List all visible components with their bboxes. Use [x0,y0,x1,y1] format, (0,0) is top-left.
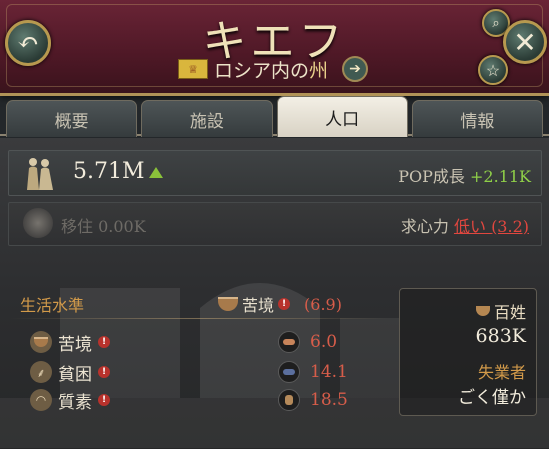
wheat-icon: ⸙ [30,361,52,383]
bowl-icon [475,306,490,316]
tab-facilities[interactable]: 施設 [141,100,273,137]
subtitle-row: ♕ ロシア内の州 ➔ [178,56,369,83]
status-label: 苦境 [242,296,275,315]
migration-icon [23,208,53,238]
warning-icon: ! [98,366,110,378]
migration-label: 移住 [61,217,94,236]
need-row-poverty[interactable]: ⸙ 貧困 ! [30,360,110,385]
flag-icon[interactable]: ♕ [178,59,208,79]
population-growth: POP成長 +2.11K [398,163,531,187]
goods-value-row[interactable]: 6.0 [278,330,337,354]
goods-value-row[interactable]: 18.5 [278,388,348,412]
living-standard-title: 生活水準 [20,296,85,315]
growth-value: +2.11K [470,167,531,186]
subtitle: ロシア内の州 [214,56,328,83]
warning-icon: ! [278,298,291,310]
separator [10,318,388,319]
population-value: 5.71M [73,159,145,184]
attract-value: (3.2) [491,217,529,236]
need-label: 貧困 [58,364,92,385]
attract-label: 求心力 [400,217,449,236]
need-row-modest[interactable]: ◠ 質素 ! [30,388,110,413]
need-label: 質素 [58,392,92,413]
trend-up-icon [149,167,163,178]
tab-overview[interactable]: 概要 [6,100,138,137]
migration-text: 移住 0.00K [61,213,146,237]
bowl-icon [218,297,238,311]
class-label-row: 百姓 [475,299,526,323]
attract-level: 低い [453,217,486,236]
unemployed-value: ごく僅か [458,388,526,408]
goods-value: 18.5 [310,390,348,410]
need-row-hardship[interactable]: 苦境 ! [30,330,110,355]
goods-icon [278,389,300,411]
unemployed-label: 失業者 [477,363,526,382]
growth-label: POP成長 [398,167,465,186]
status-value: (6.9) [304,294,342,314]
attractiveness: 求心力 低い (3.2) [401,213,529,237]
bowl-icon [30,331,52,353]
close-button[interactable]: ✕ [503,20,547,64]
header: ↶ キエフ ♕ ロシア内の州 ➔ ⌕ ✕ ☆ [0,0,549,96]
goods-value: 14.1 [310,362,348,382]
subtitle-highlight: 州 [309,59,329,82]
warning-icon: ! [98,336,110,348]
class-label: 百姓 [493,303,526,322]
star-button[interactable]: ☆ [478,55,508,85]
living-standard-status[interactable]: 苦境 ! (6.9) [218,292,342,316]
tab-info[interactable]: 情報 [411,100,543,137]
next-arrow-icon[interactable]: ➔ [342,56,369,82]
star-icon: ☆ [485,60,501,80]
attract-level-link[interactable]: 低い (3.2) [454,217,529,236]
goods-icon [278,331,300,353]
goods-value: 6.0 [310,332,338,352]
tab-population[interactable]: 人口 [276,96,408,137]
warning-icon: ! [98,394,110,406]
close-icon: ✕ [513,25,537,59]
goods-value-row[interactable]: 14.1 [278,360,348,384]
migration-value: 0.00K [98,217,146,236]
class-panel[interactable]: 百姓 683K 失業者 ごく僅か [399,288,537,416]
tab-bar: 概要 施設 人口 情報 [0,96,549,137]
people-icon [27,158,53,190]
migration-row[interactable]: 移住 0.00K 求心力 低い (3.2) [8,202,542,246]
need-label: 苦境 [58,334,92,355]
class-value: 683K [475,325,526,347]
subtitle-prefix: ロシア内の [214,59,310,82]
content-area: 5.71M POP成長 +2.11K 移住 0.00K 求心力 低い (3.2)… [0,138,549,449]
hat-icon: ◠ [30,389,52,411]
population-row[interactable]: 5.71M POP成長 +2.11K [8,150,542,196]
goods-icon [278,361,300,383]
search-icon: ⌕ [492,15,500,31]
